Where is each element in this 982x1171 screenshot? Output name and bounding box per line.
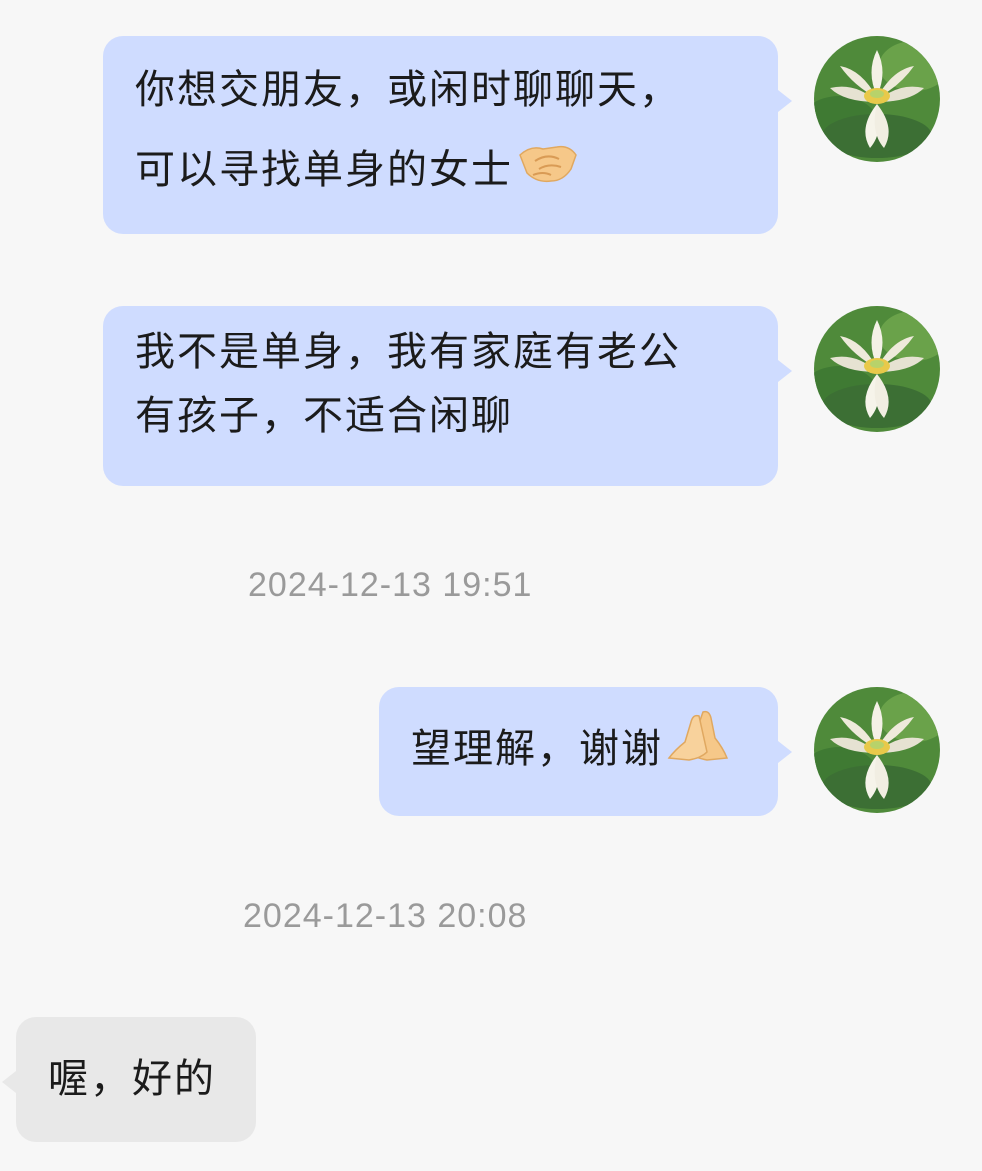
message-text-line: 可以寻找单身的女士	[135, 147, 513, 193]
message-text-line: 你想交朋友，或闲时聊聊天，	[135, 67, 681, 113]
message-text-line-wrap: 望理解，谢谢	[411, 701, 748, 799]
lotus-flower-avatar-icon[interactable]	[814, 687, 940, 813]
lotus-flower-avatar-icon[interactable]	[814, 306, 940, 432]
chat-view[interactable]: 你想交朋友，或闲时聊聊天， 可以寻找单身的女士 我不是单身，我有家庭有老公 有孩…	[0, 0, 982, 1171]
message-text-line-wrap: 可以寻找单身的女士	[135, 130, 748, 212]
handshake-emoji-icon	[517, 132, 579, 212]
message-text-line: 有孩子，不适合闲聊	[135, 393, 513, 439]
folded-hands-emoji-icon	[667, 703, 729, 799]
message-timestamp: 2024-12-13 20:08	[243, 897, 528, 935]
message-text-line: 望理解，谢谢	[411, 726, 663, 772]
message-timestamp: 2024-12-13 19:51	[248, 566, 533, 604]
message-text-line: 我不是单身，我有家庭有老公	[135, 329, 681, 375]
lotus-flower-avatar-icon[interactable]	[814, 36, 940, 162]
bubble-tail	[778, 741, 792, 763]
message-bubble-outgoing[interactable]: 望理解，谢谢	[379, 687, 778, 816]
message-bubble-outgoing[interactable]: 我不是单身，我有家庭有老公 有孩子，不适合闲聊	[103, 306, 778, 486]
bubble-tail	[2, 1071, 16, 1093]
bubble-tail	[778, 90, 792, 112]
message-bubble-incoming[interactable]: 喔，好的	[16, 1017, 256, 1142]
bubble-tail	[778, 360, 792, 382]
message-bubble-outgoing[interactable]: 你想交朋友，或闲时聊聊天， 可以寻找单身的女士	[103, 36, 778, 234]
message-text-line: 喔，好的	[48, 1056, 216, 1102]
